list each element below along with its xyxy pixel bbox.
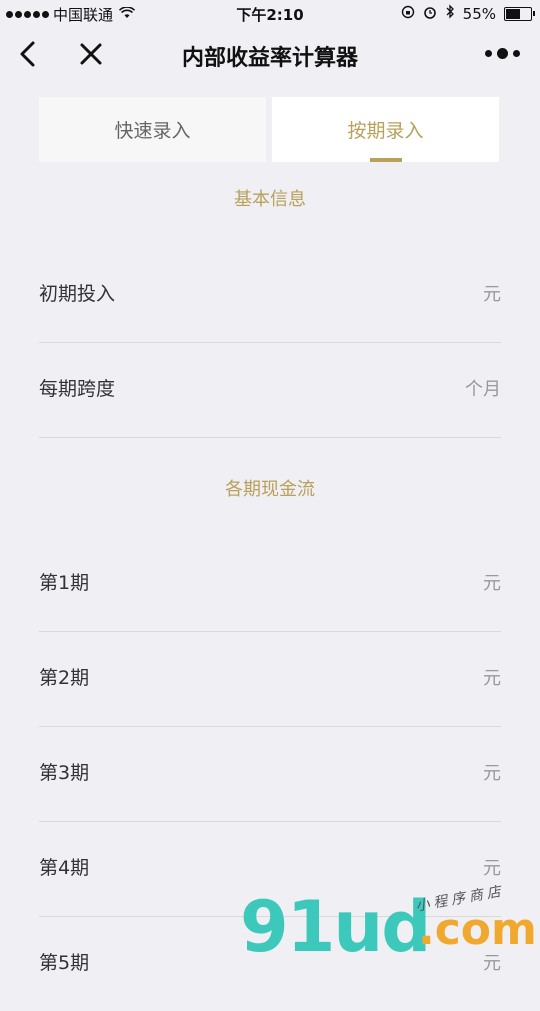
field-unit: 元 <box>483 763 501 784</box>
watermark-logo: 91ud <box>240 886 431 968</box>
field-unit: 元 <box>483 668 501 689</box>
battery-percent: 55% <box>462 4 496 23</box>
input-mode-tabs: 快速录入 按期录入 <box>39 97 499 162</box>
field-label: 第1期 <box>39 572 90 594</box>
field-label: 第3期 <box>39 762 90 784</box>
page-title: 内部收益率计算器 <box>181 46 358 71</box>
field-label: 第5期 <box>39 952 90 974</box>
period-1-field[interactable]: 第1期 元 <box>39 536 501 632</box>
initial-investment-field[interactable]: 初期投入 元 <box>39 247 501 343</box>
section-title-cashflow: 各期现金流 <box>225 479 315 500</box>
field-label: 初期投入 <box>39 283 116 305</box>
more-button[interactable] <box>485 48 520 59</box>
period-3-field[interactable]: 第3期 元 <box>39 726 501 822</box>
field-label: 每期跨度 <box>39 378 116 400</box>
more-icon <box>485 50 492 57</box>
section-title-basic: 基本信息 <box>234 189 306 210</box>
period-2-field[interactable]: 第2期 元 <box>39 631 501 727</box>
period-span-field[interactable]: 每期跨度 个月 <box>39 342 501 438</box>
bluetooth-icon <box>445 4 455 23</box>
field-unit: 元 <box>483 284 501 305</box>
alarm-icon <box>423 5 437 23</box>
field-unit: 元 <box>483 573 501 594</box>
field-label: 第4期 <box>39 857 90 879</box>
tab-quick-entry[interactable]: 快速录入 <box>39 97 266 162</box>
battery-icon <box>504 6 535 21</box>
rotation-lock-icon <box>401 5 415 23</box>
status-bar: 中国联通 下午2:10 55% <box>0 0 540 28</box>
nav-bar: 内部收益率计算器 <box>0 28 540 84</box>
status-icons: 55% <box>401 4 535 23</box>
field-label: 第2期 <box>39 667 90 689</box>
field-unit: 个月 <box>465 379 501 400</box>
tab-period-entry[interactable]: 按期录入 <box>272 97 499 162</box>
site-watermark: 91ud .com 小程序商店 <box>240 883 540 968</box>
